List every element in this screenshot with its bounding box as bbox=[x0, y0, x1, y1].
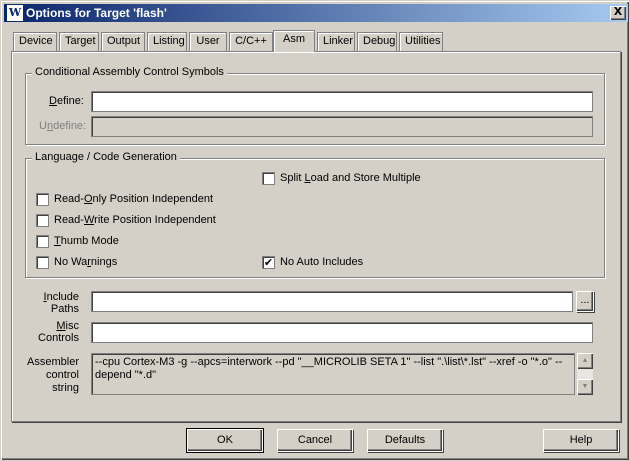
tab-cc[interactable]: C/C++ bbox=[229, 32, 273, 51]
thumb-mode-checkbox[interactable] bbox=[36, 235, 49, 248]
tab-linker[interactable]: Linker bbox=[317, 32, 355, 51]
keil-icon: W bbox=[7, 5, 23, 21]
assembler-scrollbar[interactable]: ▲ ▼ bbox=[577, 353, 593, 395]
rw-pi-label: Read-Write Position Independent bbox=[54, 214, 216, 226]
tab-asm[interactable]: Asm bbox=[273, 30, 315, 52]
undefine-label: Undefine: bbox=[39, 120, 87, 132]
tab-debug[interactable]: Debug bbox=[357, 32, 397, 51]
thumb-mode-label: Thumb Mode bbox=[54, 235, 119, 247]
split-load-store-label: Split Load and Store Multiple bbox=[280, 172, 421, 184]
tab-user[interactable]: User bbox=[189, 32, 227, 51]
misc-controls-label: Misc Controls bbox=[38, 320, 79, 344]
language-title: Language / Code Generation bbox=[32, 151, 180, 163]
tab-output[interactable]: Output bbox=[101, 32, 145, 51]
include-paths-browse-button[interactable]: ... bbox=[576, 291, 594, 312]
misc-controls-input[interactable] bbox=[91, 322, 593, 343]
scroll-up-icon[interactable]: ▲ bbox=[577, 353, 593, 369]
include-paths-label: Include Paths bbox=[43, 291, 79, 315]
cancel-button[interactable]: Cancel bbox=[277, 429, 353, 452]
assembler-control-label: Assembler control string bbox=[27, 356, 79, 394]
undefine-input[interactable] bbox=[91, 116, 593, 137]
ro-pi-checkbox[interactable] bbox=[36, 193, 49, 206]
rw-pi-checkbox[interactable] bbox=[36, 214, 49, 227]
define-input[interactable] bbox=[91, 91, 593, 112]
no-warnings-checkbox[interactable] bbox=[36, 256, 49, 269]
define-label: Define: bbox=[49, 95, 84, 107]
window-title: Options for Target 'flash' bbox=[26, 6, 167, 20]
help-button[interactable]: Help bbox=[543, 429, 619, 452]
options-dialog: W Options for Target 'flash' X Device Ta… bbox=[0, 0, 630, 461]
conditional-assembly-title: Conditional Assembly Control Symbols bbox=[32, 66, 227, 78]
scroll-down-icon[interactable]: ▼ bbox=[577, 379, 593, 395]
include-paths-input[interactable] bbox=[91, 291, 573, 312]
title-bar: W Options for Target 'flash' X bbox=[4, 4, 628, 22]
tab-device[interactable]: Device bbox=[13, 32, 57, 51]
ok-button[interactable]: OK bbox=[186, 428, 264, 453]
ro-pi-label: Read-Only Position Independent bbox=[54, 193, 214, 205]
split-load-store-checkbox[interactable] bbox=[262, 172, 275, 185]
defaults-button[interactable]: Defaults bbox=[367, 429, 443, 452]
assembler-control-string[interactable]: --cpu Cortex-M3 -g --apcs=interwork --pd… bbox=[91, 353, 575, 395]
tab-utilities[interactable]: Utilities bbox=[399, 32, 443, 51]
no-auto-includes-label: No Auto Includes bbox=[280, 256, 364, 268]
no-warnings-label: No Warnings bbox=[54, 256, 118, 268]
tab-listing[interactable]: Listing bbox=[147, 32, 187, 51]
tab-target[interactable]: Target bbox=[59, 32, 99, 51]
close-button[interactable]: X bbox=[610, 6, 626, 20]
no-auto-includes-checkbox[interactable]: ✔ bbox=[262, 256, 275, 269]
check-mark-icon: ✔ bbox=[263, 256, 274, 269]
